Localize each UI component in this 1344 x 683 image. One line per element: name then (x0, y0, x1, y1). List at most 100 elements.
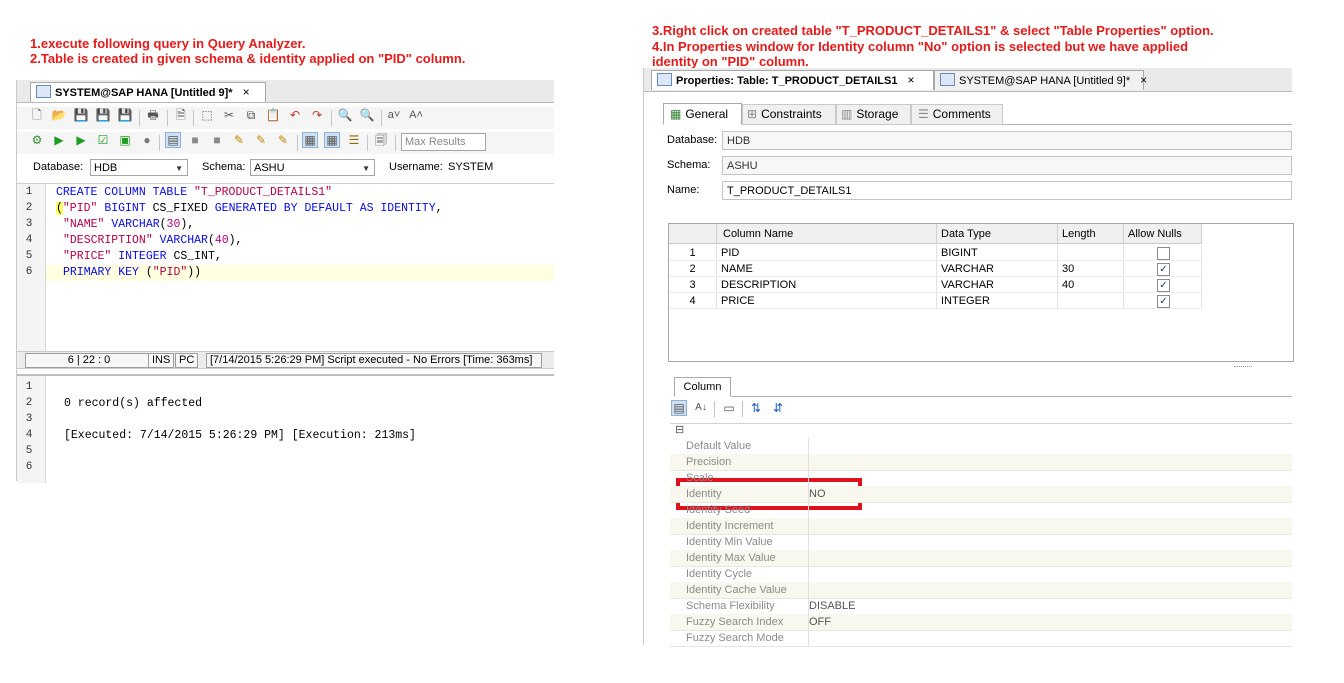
save-icon[interactable]: 💾 (73, 107, 89, 123)
execute-icon[interactable]: ▶ (51, 132, 67, 148)
allow-nulls-checkbox[interactable]: ✓ (1157, 263, 1170, 276)
open-folder-icon[interactable]: 📂 (51, 107, 67, 123)
code-line-4: "DESCRIPTION" VARCHAR(40), (63, 234, 243, 247)
database-select[interactable]: HDB ▼ (90, 159, 188, 176)
format-icon[interactable]: ☰ (346, 132, 362, 148)
find-icon[interactable]: 🔍 (337, 107, 353, 123)
collapse-icon[interactable]: ⊟ (675, 423, 684, 436)
print-icon[interactable]: 🖶 (145, 107, 161, 123)
tab-general[interactable]: ▦ General (663, 103, 742, 125)
select-icon[interactable]: ⬚ (199, 107, 215, 123)
save-as-icon[interactable]: 💾 (95, 107, 111, 123)
table-row[interactable]: 2 NAME VARCHAR 30 ✓ (669, 261, 1202, 277)
new-file-icon[interactable]: 🗋 (29, 107, 45, 123)
property-category-row[interactable]: ⊟ (670, 424, 1292, 438)
font-increase-icon[interactable]: A˄ (408, 107, 424, 123)
execute-selected-icon[interactable]: ☑ (95, 132, 111, 148)
code-line-6-current: PRIMARY KEY ("PID")) (46, 265, 554, 281)
property-name: Identity Seed (686, 502, 809, 518)
table-row[interactable]: 4 PRICE INTEGER ✓ (669, 293, 1202, 309)
tab-comments[interactable]: ☰ Comments (911, 104, 1003, 125)
line-number: 4 (25, 234, 33, 246)
allow-nulls-cell: ✓ (1124, 293, 1202, 309)
tab-constraints-label: Constraints (761, 107, 822, 121)
explain-plan-icon[interactable]: ✎ (231, 132, 247, 148)
property-row[interactable]: Identity Cache Value (670, 582, 1292, 599)
max-results-input[interactable]: Max Results (401, 133, 486, 151)
table-row[interactable]: 3 DESCRIPTION VARCHAR 40 ✓ (669, 277, 1202, 293)
history-icon[interactable]: 🗐 (373, 132, 389, 148)
property-row[interactable]: Scale (670, 470, 1292, 487)
stop-icon[interactable]: ● (139, 132, 155, 148)
property-row[interactable]: Fuzzy Search Mode (670, 630, 1292, 647)
cut-icon[interactable]: ✂ (221, 107, 237, 123)
splitter-grip[interactable] (1234, 366, 1252, 369)
rollback-icon[interactable]: ■ (209, 132, 225, 148)
schema-select[interactable]: ASHU ▼ (250, 159, 375, 176)
property-row[interactable]: Identity Min Value (670, 534, 1292, 551)
property-row[interactable]: Identity Max Value (670, 550, 1292, 567)
property-row[interactable]: Schema Flexibility DISABLE (670, 598, 1292, 615)
data-type-header[interactable]: Data Type (937, 224, 1058, 244)
execute-all-icon[interactable]: ⚙ (29, 132, 45, 148)
execute-current-icon[interactable]: ▶ (73, 132, 89, 148)
font-decrease-icon[interactable]: a˅ (386, 107, 402, 123)
tab-storage-label: Storage (856, 107, 899, 121)
categorized-view-icon[interactable]: ▤ (671, 400, 687, 416)
prepare-statement-icon[interactable]: ✎ (275, 132, 291, 148)
text-view-icon[interactable]: ▦ (324, 132, 340, 148)
property-row[interactable]: Default Value (670, 438, 1292, 455)
data-type-cell: BIGINT (937, 245, 1058, 261)
allow-nulls-checkbox[interactable]: ✓ (1157, 295, 1170, 308)
property-row[interactable]: Fuzzy Search Index OFF (670, 614, 1292, 631)
property-row[interactable]: Precision (670, 454, 1292, 471)
property-row[interactable]: Identity Cycle (670, 566, 1292, 583)
general-icon: ▦ (670, 107, 682, 121)
copy-icon[interactable]: ⧉ (243, 107, 259, 123)
tab-comments-label: Comments (932, 107, 991, 121)
property-name: Precision (686, 454, 809, 470)
tab-constraints[interactable]: ⊞ Constraints (742, 104, 836, 125)
find-replace-icon[interactable]: 🔍 (359, 107, 375, 123)
tab-sql-editor[interactable]: SYSTEM@SAP HANA [Untitled 9]* × (934, 70, 1147, 90)
length-header[interactable]: Length (1058, 224, 1124, 244)
collapse-all-icon[interactable]: ⇵ (770, 400, 786, 416)
execute-script-icon[interactable]: ▣ (117, 132, 133, 148)
tab-table-properties[interactable]: Properties: Table: T_PRODUCT_DETAILS1 × (651, 70, 934, 90)
schema-label: Schema: (202, 161, 246, 173)
expand-all-icon[interactable]: ⇅ (748, 400, 764, 416)
allow-nulls-checkbox[interactable] (1157, 247, 1170, 260)
instruction-step-4-continued: identity on "PID" column. (652, 54, 809, 69)
column-name-header[interactable]: Column Name (717, 224, 937, 244)
line-number: 5 (25, 250, 33, 262)
commit-icon[interactable]: ■ (187, 132, 203, 148)
table-name-field[interactable]: T_PRODUCT_DETAILS1 (722, 181, 1292, 200)
paste-icon[interactable]: 📋 (265, 107, 281, 123)
allow-nulls-header[interactable]: Allow Nulls (1124, 224, 1202, 244)
code-editor[interactable]: 1 2 3 4 5 6 CREATE COLUMN TABLE "T_PRODU… (17, 183, 554, 352)
table-row[interactable]: 1 PID BIGINT (669, 245, 1202, 261)
grid-view-icon[interactable]: ▦ (302, 132, 318, 148)
close-tab-icon[interactable]: × (243, 85, 250, 99)
tab-sql-editor[interactable]: SYSTEM@SAP HANA [Untitled 9]* × (30, 82, 266, 102)
instruction-step-4: 4.In Properties window for Identity colu… (652, 39, 1189, 54)
data-type-cell: VARCHAR (937, 277, 1058, 293)
storage-icon: ▥ (841, 107, 853, 121)
redo-icon[interactable]: ↷ (309, 107, 325, 123)
property-name: Identity Cycle (686, 566, 809, 582)
undo-icon[interactable]: ↶ (287, 107, 303, 123)
tab-storage[interactable]: ▥ Storage (836, 104, 911, 125)
properties-icon[interactable]: 🗎 (173, 107, 189, 123)
sort-alphabetical-icon[interactable]: A↓ (693, 400, 709, 416)
close-tab-icon[interactable]: × (1140, 73, 1147, 87)
close-tab-icon[interactable]: × (907, 73, 914, 87)
save-all-icon[interactable]: 💾 (117, 107, 133, 123)
allow-nulls-checkbox[interactable]: ✓ (1157, 279, 1170, 292)
auto-commit-icon[interactable]: ▤ (165, 132, 181, 148)
property-row[interactable]: Identity NO (670, 486, 1292, 503)
property-row[interactable]: Identity Increment (670, 518, 1292, 535)
visualize-plan-icon[interactable]: ✎ (253, 132, 269, 148)
tab-column[interactable]: Column (674, 377, 731, 397)
property-pages-icon[interactable]: ▭ (721, 400, 737, 416)
property-row[interactable]: Identity Seed (670, 502, 1292, 519)
